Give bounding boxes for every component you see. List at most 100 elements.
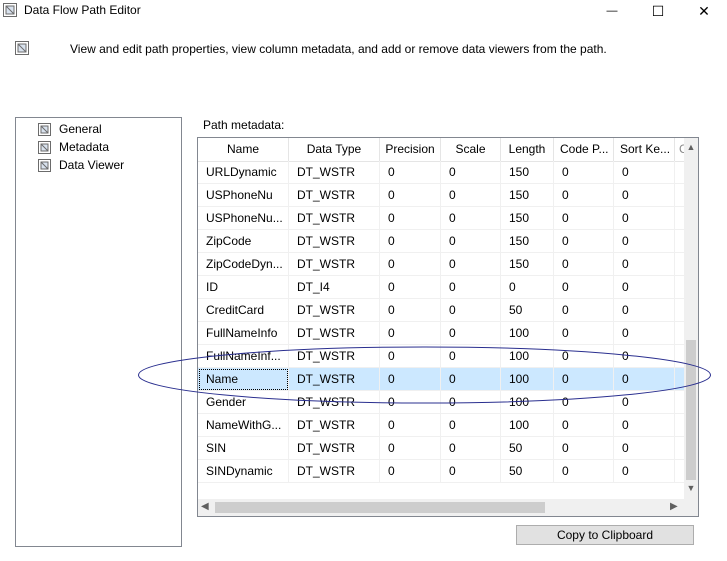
cell-length[interactable]: 100	[501, 391, 554, 414]
cell-sort-key[interactable]: 0	[614, 276, 675, 299]
table-row[interactable]: USPhoneNu... DT_WSTR 0 0 150 0 0	[198, 207, 685, 230]
cell-scale[interactable]: 0	[441, 161, 501, 184]
close-button[interactable]: ✕	[681, 0, 727, 22]
cell-code-page[interactable]: 0	[554, 207, 614, 230]
cell-code-page[interactable]: 0	[554, 184, 614, 207]
cell-name[interactable]: Name	[198, 368, 289, 391]
cell-scale[interactable]: 0	[441, 460, 501, 483]
cell-data-type[interactable]: DT_WSTR	[289, 368, 380, 391]
cell-precision[interactable]: 0	[380, 161, 441, 184]
copy-to-clipboard-button[interactable]: Copy to Clipboard	[516, 525, 694, 545]
cell-code-page[interactable]: 0	[554, 322, 614, 345]
column-header-data-type[interactable]: Data Type	[289, 138, 380, 161]
cell-code-page[interactable]: 0	[554, 368, 614, 391]
cell-length[interactable]: 150	[501, 161, 554, 184]
cell-length[interactable]: 100	[501, 345, 554, 368]
column-header-scale[interactable]: Scale	[441, 138, 501, 161]
cell-name[interactable]: FullNameInfo	[198, 322, 289, 345]
cell-scale[interactable]: 0	[441, 345, 501, 368]
cell-sort-key[interactable]: 0	[614, 345, 675, 368]
cell-name[interactable]: ZipCode	[198, 230, 289, 253]
table-row[interactable]: SIN DT_WSTR 0 0 50 0 0	[198, 437, 685, 460]
cell-scale[interactable]: 0	[441, 414, 501, 437]
cell-length[interactable]: 100	[501, 414, 554, 437]
table-row[interactable]: ID DT_I4 0 0 0 0 0	[198, 276, 685, 299]
cell-length[interactable]: 50	[501, 299, 554, 322]
table-row[interactable]: NameWithG... DT_WSTR 0 0 100 0 0	[198, 414, 685, 437]
cell-precision[interactable]: 0	[380, 368, 441, 391]
horizontal-scrollbar[interactable]: ◀ ▶	[198, 499, 684, 516]
cell-precision[interactable]: 0	[380, 322, 441, 345]
cell-precision[interactable]: 0	[380, 184, 441, 207]
cell-scale[interactable]: 0	[441, 184, 501, 207]
cell-scale[interactable]: 0	[441, 368, 501, 391]
minimize-button[interactable]: —	[589, 0, 635, 22]
cell-scale[interactable]: 0	[441, 230, 501, 253]
cell-data-type[interactable]: DT_WSTR	[289, 207, 380, 230]
vertical-scroll-thumb[interactable]	[686, 340, 696, 480]
tree-item-general[interactable]: General	[38, 120, 102, 138]
cell-name[interactable]: URLDynamic	[198, 161, 289, 184]
cell-scale[interactable]: 0	[441, 276, 501, 299]
cell-scale[interactable]: 0	[441, 437, 501, 460]
cell-data-type[interactable]: DT_WSTR	[289, 414, 380, 437]
cell-length[interactable]: 150	[501, 184, 554, 207]
cell-code-page[interactable]: 0	[554, 230, 614, 253]
cell-data-type[interactable]: DT_WSTR	[289, 322, 380, 345]
cell-code-page[interactable]: 0	[554, 276, 614, 299]
cell-sort-key[interactable]: 0	[614, 391, 675, 414]
cell-length[interactable]: 100	[501, 368, 554, 391]
cell-code-page[interactable]: 0	[554, 253, 614, 276]
tree-item-data-viewer[interactable]: Data Viewer	[38, 156, 124, 174]
cell-code-page[interactable]: 0	[554, 299, 614, 322]
tree-item-metadata[interactable]: Metadata	[38, 138, 109, 156]
cell-name[interactable]: FullNameInf...	[198, 345, 289, 368]
cell-data-type[interactable]: DT_WSTR	[289, 437, 380, 460]
cell-scale[interactable]: 0	[441, 322, 501, 345]
cell-name[interactable]: SINDynamic	[198, 460, 289, 483]
cell-sort-key[interactable]: 0	[614, 460, 675, 483]
cell-precision[interactable]: 0	[380, 437, 441, 460]
cell-sort-key[interactable]: 0	[614, 184, 675, 207]
vertical-scrollbar[interactable]: ▲ ▼	[684, 138, 698, 499]
cell-code-page[interactable]: 0	[554, 391, 614, 414]
cell-data-type[interactable]: DT_WSTR	[289, 345, 380, 368]
cell-scale[interactable]: 0	[441, 253, 501, 276]
cell-data-type[interactable]: DT_WSTR	[289, 253, 380, 276]
table-row[interactable]: FullNameInf... DT_WSTR 0 0 100 0 0	[198, 345, 685, 368]
table-row[interactable]: URLDynamic DT_WSTR 0 0 150 0 0	[198, 161, 685, 184]
cell-data-type[interactable]: DT_WSTR	[289, 299, 380, 322]
cell-length[interactable]: 50	[501, 460, 554, 483]
cell-scale[interactable]: 0	[441, 207, 501, 230]
cell-code-page[interactable]: 0	[554, 345, 614, 368]
cell-length[interactable]: 0	[501, 276, 554, 299]
column-header-name[interactable]: Name	[198, 138, 289, 161]
cell-code-page[interactable]: 0	[554, 460, 614, 483]
cell-scale[interactable]: 0	[441, 391, 501, 414]
cell-code-page[interactable]: 0	[554, 437, 614, 460]
cell-sort-key[interactable]: 0	[614, 161, 675, 184]
column-header-length[interactable]: Length	[501, 138, 554, 161]
table-row[interactable]: CreditCard DT_WSTR 0 0 50 0 0	[198, 299, 685, 322]
cell-code-page[interactable]: 0	[554, 161, 614, 184]
cell-precision[interactable]: 0	[380, 276, 441, 299]
cell-sort-key[interactable]: 0	[614, 368, 675, 391]
scroll-left-icon[interactable]: ◀	[201, 501, 209, 512]
table-row[interactable]: FullNameInfo DT_WSTR 0 0 100 0 0	[198, 322, 685, 345]
cell-name[interactable]: USPhoneNu	[198, 184, 289, 207]
cell-name[interactable]: CreditCard	[198, 299, 289, 322]
cell-name[interactable]: ZipCodeDyn...	[198, 253, 289, 276]
cell-length[interactable]: 150	[501, 230, 554, 253]
horizontal-scroll-thumb[interactable]	[215, 502, 545, 513]
cell-name[interactable]: ID	[198, 276, 289, 299]
scroll-up-icon[interactable]: ▲	[684, 142, 698, 152]
table-row[interactable]: SINDynamic DT_WSTR 0 0 50 0 0	[198, 460, 685, 483]
cell-name[interactable]: SIN	[198, 437, 289, 460]
cell-length[interactable]: 150	[501, 253, 554, 276]
metadata-grid[interactable]: Name Data Type Precision Scale Length Co…	[197, 137, 699, 517]
column-header-sort-key[interactable]: Sort Ke...	[614, 138, 675, 161]
column-header-code-page[interactable]: Code P...	[554, 138, 614, 161]
cell-data-type[interactable]: DT_WSTR	[289, 161, 380, 184]
scroll-right-icon[interactable]: ▶	[670, 501, 678, 512]
cell-precision[interactable]: 0	[380, 460, 441, 483]
